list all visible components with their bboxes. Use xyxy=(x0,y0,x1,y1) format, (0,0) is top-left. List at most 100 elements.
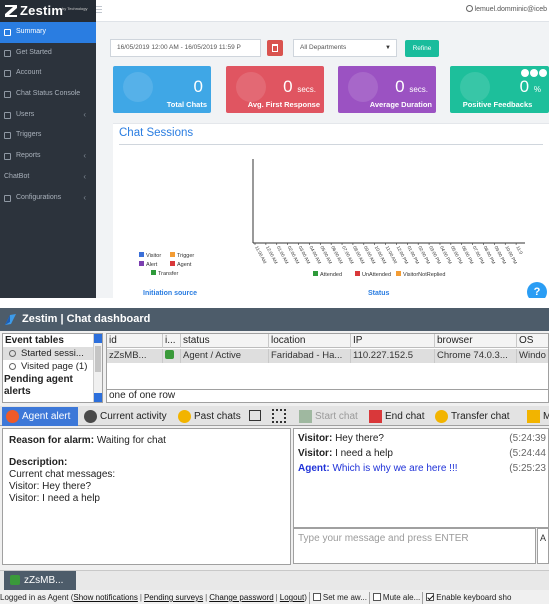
tree-item-visited-page-1[interactable]: Visited page (1) xyxy=(3,360,102,373)
checkbox-mute-ale[interactable]: Mute ale... xyxy=(368,592,420,604)
table-cell: Agent / Active xyxy=(181,349,269,363)
sidebar-item-chatbot[interactable]: ChatBot ‹ xyxy=(0,167,96,188)
toolbar-label: Transfer chat xyxy=(451,411,510,422)
app-title: Zestim | Chat dashboard xyxy=(22,313,151,325)
stat-bg-icon xyxy=(460,72,490,102)
sidebar-item-triggers[interactable]: Triggers xyxy=(0,125,96,146)
date-range-input[interactable]: 16/05/2019 12:00 AM - 16/05/2019 11:59 P xyxy=(110,39,261,57)
stat-label: Average Duration xyxy=(369,100,432,109)
message-text: Hey there? xyxy=(335,433,384,444)
m-button[interactable]: M xyxy=(524,407,549,426)
user-email: lemuel.domminic@iceb xyxy=(474,6,547,13)
help-chat-button[interactable]: ? xyxy=(527,282,547,298)
table-row[interactable]: zZsMB... Agent / Active Faridabad - Ha... 1… xyxy=(107,349,548,363)
transfer-chat-icon xyxy=(435,410,448,423)
description-label: Description: xyxy=(9,457,284,469)
brand-name: Zestim xyxy=(20,3,64,18)
column-header-status[interactable]: status xyxy=(181,334,269,348)
stat-card-avg-first-response: 0 secs. Avg. First Response xyxy=(226,66,324,113)
message-time: (5:24:39 xyxy=(509,433,546,444)
description-line: Visitor: Hey there? xyxy=(9,481,92,492)
status-bar: Logged in as Agent (Show notifications | P… xyxy=(0,592,549,604)
column-header-i[interactable]: i... xyxy=(163,334,181,348)
tree-item-started-sessi[interactable]: Started sessi... xyxy=(3,347,102,360)
account-icon xyxy=(4,70,11,78)
user-menu[interactable]: lemuel.domminic@iceb xyxy=(465,5,547,13)
checkbox-icon[interactable] xyxy=(426,593,435,601)
chat-messages: Visitor: Hey there? (5:24:39 Visitor: I ne… xyxy=(293,428,549,528)
column-header-ip[interactable]: IP xyxy=(351,334,435,348)
scroll-up-button[interactable] xyxy=(94,334,102,343)
column-header-location[interactable]: location xyxy=(269,334,351,348)
checkbox-icon[interactable] xyxy=(372,593,381,601)
scroll-down-button[interactable] xyxy=(94,393,102,402)
eye-icon xyxy=(9,350,16,357)
sidebar-item-account[interactable]: Account xyxy=(0,63,96,84)
more-icon xyxy=(527,410,540,423)
alert-icon xyxy=(6,410,19,423)
login-status: Logged in as Agent ( xyxy=(0,593,74,602)
activity-icon xyxy=(84,410,97,423)
smile-icon[interactable] xyxy=(521,69,529,77)
tab-current-activity[interactable]: Current activity xyxy=(80,407,172,426)
sidebar-item-reports[interactable]: Reports ‹ xyxy=(0,146,96,167)
message-sender: Visitor: xyxy=(298,448,333,459)
department-select[interactable]: All Departments ▼ xyxy=(293,39,397,57)
chat-sessions-title: Chat Sessions xyxy=(119,127,194,139)
restore-window-icon[interactable] xyxy=(249,410,261,421)
session-chip[interactable]: zZsMB... xyxy=(4,571,76,590)
tab-past-chats[interactable]: Past chats xyxy=(174,407,244,426)
expand-icon[interactable] xyxy=(272,409,286,423)
session-icon xyxy=(10,575,20,585)
message-input[interactable]: Type your message and press ENTER xyxy=(293,528,536,564)
clear-date-button[interactable] xyxy=(267,40,283,56)
sidebar-item-label: ChatBot xyxy=(4,172,30,180)
column-header-browser[interactable]: browser xyxy=(435,334,517,348)
stat-value: 0 secs. xyxy=(395,78,428,99)
pending-alerts-heading: Pending agent alerts xyxy=(4,374,73,397)
stat-bg-icon xyxy=(123,72,153,102)
chevron-left-icon: ‹ xyxy=(83,171,86,181)
separator: | xyxy=(205,593,208,602)
divider xyxy=(119,144,543,145)
left-tabstrip: Agent alert Current activity Past chats xyxy=(0,406,292,426)
checkbox-icon[interactable] xyxy=(312,593,321,601)
description-line: Current chat messages: xyxy=(9,469,116,480)
sidebar-item-get-started[interactable]: Get Started xyxy=(0,43,96,64)
sidebar-item-label: Summary xyxy=(16,28,46,35)
session-taskbar: zZsMB... xyxy=(0,570,549,590)
end-chat-icon xyxy=(369,410,382,423)
sidebar-item-chat-status-console[interactable]: Chat Status Console xyxy=(0,84,96,105)
link-change-password[interactable]: Change password xyxy=(209,593,273,602)
refine-button[interactable]: Refine xyxy=(405,40,439,57)
input-aux-button[interactable]: A xyxy=(537,528,549,564)
stat-number: 0 xyxy=(283,77,293,96)
column-header-os[interactable]: OS xyxy=(517,334,548,348)
end-chat-button[interactable]: End chat xyxy=(366,407,424,426)
scroll-thumb[interactable] xyxy=(95,346,101,372)
sidebar-item-configurations[interactable]: Configurations ‹ xyxy=(0,188,96,209)
tab-agent-alert[interactable]: Agent alert xyxy=(2,407,78,426)
neutral-icon[interactable] xyxy=(530,69,538,77)
transfer-chat-button[interactable]: Transfer chat xyxy=(432,407,510,426)
link-show-notifications[interactable]: Show notifications xyxy=(73,593,137,602)
alarm-reason-value: Waiting for chat xyxy=(96,435,166,446)
tree-scrollbar[interactable] xyxy=(93,334,102,402)
x-tick-label: 11:0 xyxy=(515,245,524,255)
sidebar-item-summary[interactable]: Summary xyxy=(0,22,96,43)
checkbox-set-me-aw[interactable]: Set me aw... xyxy=(308,592,367,604)
legend-label: Visitor xyxy=(146,253,162,259)
checkbox-enable-keyboard-sho[interactable]: Enable keyboard sho xyxy=(422,592,511,604)
tree-item-label: Visited page (1) xyxy=(21,361,88,372)
legend-item-alert: Alert xyxy=(139,261,157,268)
sad-icon[interactable] xyxy=(539,69,547,77)
sidebar-item-users[interactable]: Users ‹ xyxy=(0,105,96,126)
link-pending-surveys[interactable]: Pending surveys xyxy=(144,593,203,602)
legend-item-visitor: Visitor xyxy=(139,252,161,259)
legend-swatch xyxy=(313,271,318,276)
legend-label: UnAttended xyxy=(362,272,392,278)
link-logout[interactable]: Logout xyxy=(280,593,304,602)
stat-unit: secs. xyxy=(409,85,428,94)
sidebar-item-label: Users xyxy=(16,110,35,118)
column-header-id[interactable]: id xyxy=(107,334,163,348)
